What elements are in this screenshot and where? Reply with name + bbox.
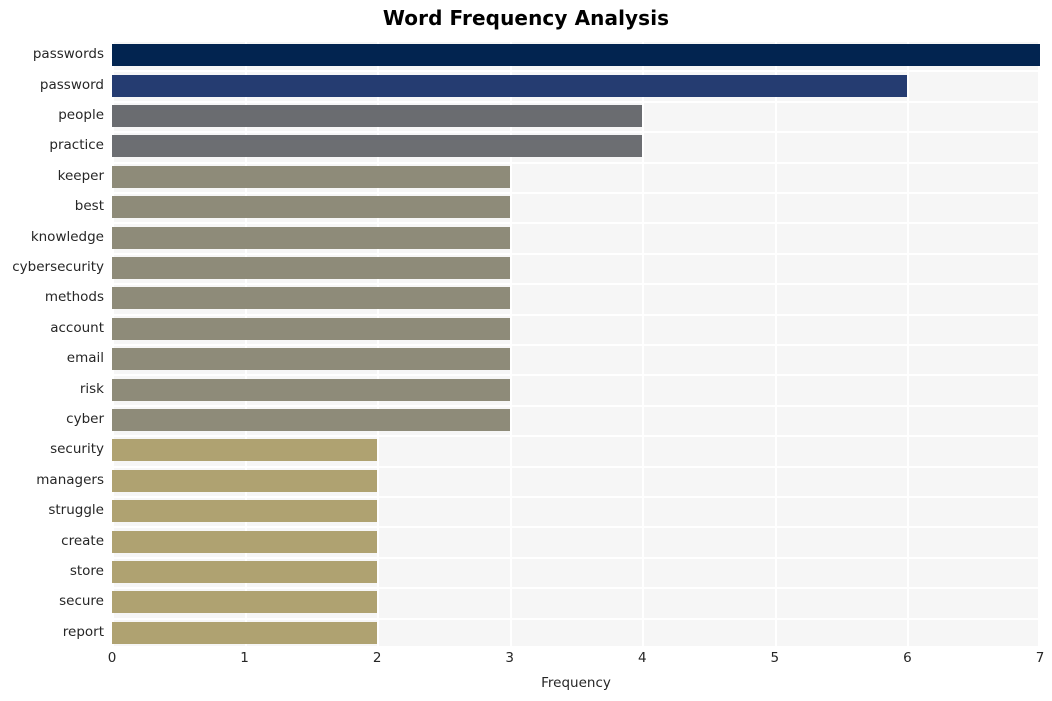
bar-row[interactable]: [112, 591, 1040, 614]
gridline-horizontal: [112, 465, 1040, 468]
gridline-horizontal: [112, 374, 1040, 377]
bar[interactable]: [112, 409, 510, 431]
gridline-horizontal: [112, 344, 1040, 346]
x-axis-tick-label: 7: [1035, 650, 1045, 666]
bar[interactable]: [112, 74, 908, 97]
y-axis-label: cybersecurity: [12, 259, 104, 275]
gridline-horizontal: [112, 404, 1040, 407]
y-axis-label: account: [50, 319, 104, 336]
bar[interactable]: [112, 469, 378, 492]
x-axis-tick-label: 3: [505, 650, 514, 666]
y-axis-label: cyber: [66, 411, 104, 427]
bar-row[interactable]: [112, 226, 1040, 249]
bar-row[interactable]: [112, 621, 1040, 644]
bar[interactable]: [112, 257, 510, 279]
bar-row[interactable]: [112, 196, 1040, 219]
bar[interactable]: [112, 621, 378, 644]
y-axis-label: knowledge: [30, 228, 104, 245]
bar[interactable]: [112, 530, 378, 553]
bar[interactable]: [112, 591, 378, 614]
gridline-horizontal: [112, 435, 1040, 438]
y-axis-label: secure: [59, 593, 104, 610]
bar-row[interactable]: [112, 74, 1040, 97]
bar[interactable]: [112, 561, 378, 583]
y-axis-label: people: [58, 107, 104, 123]
bar[interactable]: [112, 105, 643, 127]
bar-row[interactable]: [112, 500, 1040, 523]
x-axis-tick-label: 4: [637, 650, 647, 666]
gridline-horizontal: [112, 556, 1040, 559]
gridline-horizontal: [112, 40, 1040, 42]
gridline-horizontal: [112, 100, 1040, 103]
x-axis-tick-label: 5: [770, 650, 780, 666]
bar-row[interactable]: [112, 561, 1040, 583]
gridline-horizontal: [112, 496, 1040, 498]
y-axis-tick-labels: passwords password people practice keeper bes…: [0, 40, 104, 648]
gridline-horizontal: [112, 161, 1040, 164]
y-axis-label: passwords: [32, 46, 104, 63]
y-axis-label: report: [62, 623, 104, 640]
gridline-horizontal: [112, 70, 1040, 73]
gridline-horizontal: [112, 617, 1040, 620]
bar-row[interactable]: [112, 469, 1040, 492]
y-axis-label: store: [69, 563, 104, 579]
x-axis-tick-labels: 0 1 2 3 4 5 6 7: [108, 650, 1045, 672]
y-axis-label: struggle: [48, 502, 104, 519]
y-axis-label: risk: [79, 380, 104, 397]
y-axis-label: managers: [36, 471, 104, 488]
bar-row[interactable]: [112, 409, 1040, 431]
bar-row[interactable]: [112, 317, 1040, 340]
bar-row[interactable]: [112, 165, 1040, 188]
y-axis-label: methods: [44, 289, 104, 306]
bar[interactable]: [112, 348, 510, 371]
bar-row[interactable]: [112, 44, 1040, 67]
bar[interactable]: [112, 165, 510, 188]
bar-row[interactable]: [112, 439, 1040, 462]
bar[interactable]: [112, 287, 510, 310]
bar-row[interactable]: [112, 348, 1040, 371]
gridline-horizontal: [112, 587, 1040, 590]
bar-row[interactable]: [112, 378, 1040, 401]
bar-row[interactable]: [112, 287, 1040, 310]
y-axis-label: practice: [49, 137, 104, 154]
bar[interactable]: [112, 196, 510, 219]
y-axis-label: email: [66, 350, 104, 367]
word-frequency-chart-figure: Word Frequency Analysis passwords passwor…: [0, 0, 1052, 701]
gridline-horizontal: [112, 222, 1040, 225]
y-axis-label: best: [74, 198, 104, 215]
y-axis-label: password: [39, 76, 104, 93]
bar-row[interactable]: [112, 530, 1040, 553]
bar[interactable]: [112, 500, 378, 523]
gridline-horizontal: [112, 252, 1040, 255]
bar[interactable]: [112, 378, 510, 401]
y-axis-label: create: [61, 532, 104, 549]
bar-row[interactable]: [112, 135, 1040, 158]
x-axis-tick-label: 2: [372, 650, 382, 666]
y-axis-label: security: [50, 441, 104, 458]
bar[interactable]: [112, 135, 643, 158]
bar-row[interactable]: [112, 257, 1040, 279]
bar[interactable]: [112, 317, 510, 340]
gridline-horizontal: [112, 131, 1040, 134]
bar[interactable]: [112, 44, 1040, 67]
x-axis-tick-label: 1: [240, 650, 249, 666]
gridline-horizontal: [112, 646, 1040, 648]
bar[interactable]: [112, 439, 378, 462]
chart-title: Word Frequency Analysis: [382, 6, 670, 30]
x-axis-tick-label: 6: [903, 650, 912, 666]
y-axis-label: keeper: [57, 167, 104, 184]
plot-area: [112, 40, 1040, 648]
x-axis-title: Frequency: [541, 675, 611, 691]
gridline-horizontal: [112, 526, 1040, 529]
gridline-horizontal: [112, 313, 1040, 316]
gridline-horizontal: [112, 192, 1040, 194]
bar-row[interactable]: [112, 105, 1040, 127]
bar[interactable]: [112, 226, 510, 249]
x-axis-tick-label: 0: [107, 650, 117, 666]
gridline-horizontal: [112, 283, 1040, 286]
